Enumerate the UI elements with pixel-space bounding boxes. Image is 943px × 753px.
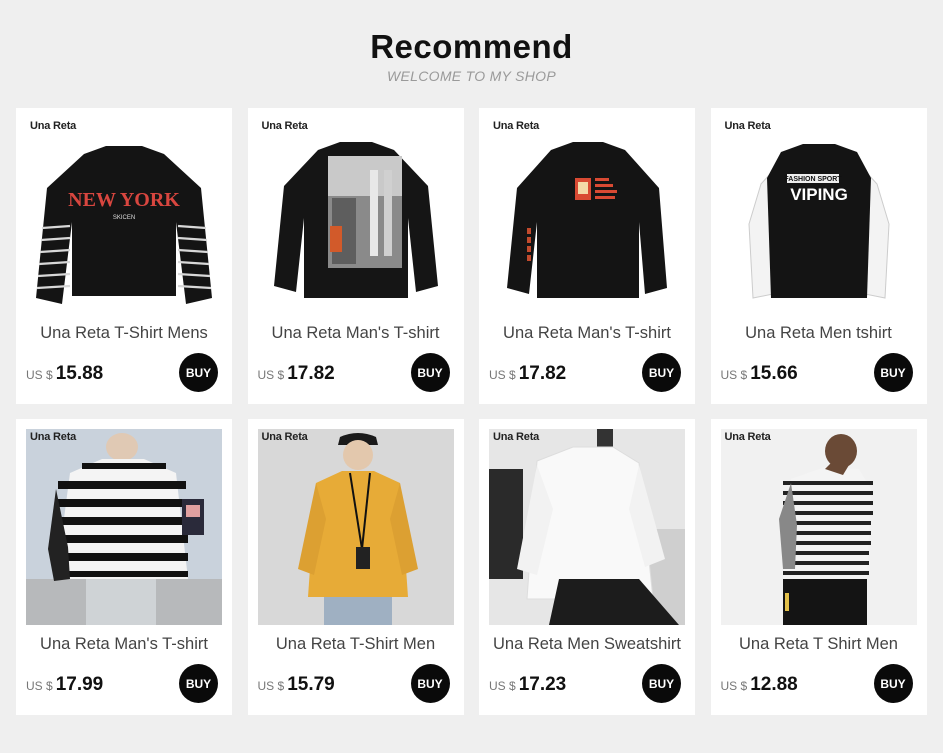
product-image[interactable]: Una Reta bbox=[489, 429, 685, 625]
buy-button[interactable]: BUY bbox=[410, 353, 450, 392]
price-row: US $ 17.99 bbox=[26, 674, 103, 696]
product-grid: NEW YORK SKICEN Una Reta Una Reta T-Shir… bbox=[16, 108, 927, 715]
svg-text:NEW YORK: NEW YORK bbox=[68, 189, 180, 211]
product-card[interactable]: NEW YORK SKICEN Una Reta Una Reta T-Shir… bbox=[16, 108, 232, 404]
model-white-sweatshirt-image bbox=[489, 429, 685, 625]
product-price: 17.99 bbox=[55, 674, 104, 695]
product-price: 15.79 bbox=[287, 674, 335, 695]
product-card[interactable]: Una Reta Una Reta T Shirt Men US $ 12.88… bbox=[710, 419, 927, 715]
product-image[interactable]: Una Reta bbox=[489, 118, 685, 314]
product-name[interactable]: Una Reta Men Sweatshirt bbox=[479, 635, 695, 654]
product-image[interactable]: Una Reta bbox=[257, 118, 454, 314]
currency-label: US $ bbox=[26, 679, 53, 693]
price-row: US $ 17.23 bbox=[489, 674, 566, 696]
buy-button[interactable]: BUY bbox=[873, 353, 913, 392]
black-tshirt-photo-print-image bbox=[257, 118, 454, 314]
product-card[interactable]: Una Reta Una Reta Man's T-shirt US $ 17.… bbox=[479, 108, 695, 404]
brand-logo: Una Reta bbox=[724, 120, 771, 132]
buy-button[interactable]: BUY bbox=[410, 664, 450, 703]
brand-logo: Una Reta bbox=[261, 431, 308, 443]
brand-logo: Una Reta bbox=[261, 120, 308, 132]
buy-button[interactable]: BUY bbox=[642, 664, 681, 703]
product-image[interactable]: Una Reta bbox=[720, 429, 917, 625]
model-yellow-tshirt-image bbox=[257, 429, 454, 625]
brand-logo: Una Reta bbox=[493, 120, 540, 132]
black-tshirt-striped-sleeves-image: NEW YORK SKICEN bbox=[26, 118, 222, 314]
brand-logo: Una Reta bbox=[493, 431, 540, 443]
page-header: Recommend WELCOME TO MY SHOP bbox=[0, 28, 943, 84]
price-row: US $ 15.66 bbox=[721, 363, 798, 385]
product-price: 15.88 bbox=[55, 363, 104, 384]
product-image[interactable]: NEW YORK SKICEN Una Reta bbox=[26, 118, 222, 314]
brand-logo: Una Reta bbox=[30, 120, 77, 132]
product-name[interactable]: Una Reta T-Shirt Men bbox=[248, 635, 464, 654]
currency-label: US $ bbox=[720, 368, 748, 382]
currency-label: US $ bbox=[489, 679, 516, 693]
price-row: US $ 12.88 bbox=[721, 674, 798, 696]
buy-button[interactable]: BUY bbox=[642, 353, 681, 392]
price-row: US $ 17.82 bbox=[258, 363, 335, 385]
product-price: 17.23 bbox=[518, 674, 567, 695]
product-card[interactable]: Una Reta Una Reta Man's T-shirt US $ 17.… bbox=[247, 108, 464, 404]
product-price: 15.66 bbox=[750, 363, 798, 384]
currency-label: US $ bbox=[257, 368, 285, 382]
svg-text:SKICEN: SKICEN bbox=[113, 215, 135, 221]
currency-label: US $ bbox=[720, 679, 748, 693]
product-image[interactable]: FASHION SPORT VIPING Una Reta bbox=[720, 118, 917, 314]
buy-button[interactable]: BUY bbox=[179, 353, 218, 392]
black-tshirt-red-patch-image bbox=[489, 118, 685, 314]
product-price: 17.82 bbox=[518, 363, 567, 384]
black-tshirt-white-sleeves-image: FASHION SPORT VIPING bbox=[720, 118, 917, 314]
buy-button[interactable]: BUY bbox=[179, 664, 218, 703]
svg-text:FASHION SPORT: FASHION SPORT bbox=[784, 176, 842, 183]
currency-label: US $ bbox=[257, 679, 285, 693]
page-subtitle: WELCOME TO MY SHOP bbox=[386, 68, 557, 84]
product-card[interactable]: Una Reta Una Reta Men Sweatshirt US $ 17… bbox=[479, 419, 695, 715]
product-image[interactable]: Una Reta bbox=[257, 429, 454, 625]
product-price: 17.82 bbox=[287, 363, 335, 384]
model-striped-longsleeve-image bbox=[720, 429, 917, 625]
currency-label: US $ bbox=[489, 368, 516, 382]
product-name[interactable]: Una Reta T-Shirt Mens bbox=[16, 324, 232, 343]
model-striped-tshirt-image bbox=[26, 429, 222, 625]
price-row: US $ 15.79 bbox=[258, 674, 335, 696]
currency-label: US $ bbox=[26, 368, 53, 382]
price-row: US $ 15.88 bbox=[26, 363, 103, 385]
product-price: 12.88 bbox=[750, 674, 798, 695]
product-name[interactable]: Una Reta Men tshirt bbox=[711, 324, 927, 343]
product-card[interactable]: Una Reta Una Reta Man's T-shirt US $ 17.… bbox=[16, 419, 232, 715]
product-name[interactable]: Una Reta Man's T-shirt bbox=[479, 324, 695, 343]
product-card[interactable]: FASHION SPORT VIPING Una Reta Una Reta M… bbox=[710, 108, 927, 404]
product-card[interactable]: Una Reta Una Reta T-Shirt Men US $ 15.79… bbox=[247, 419, 464, 715]
page-title: Recommend bbox=[370, 28, 573, 65]
brand-logo: Una Reta bbox=[30, 431, 77, 443]
buy-button[interactable]: BUY bbox=[873, 664, 913, 703]
product-name[interactable]: Una Reta T Shirt Men bbox=[711, 635, 927, 654]
svg-text:VIPING: VIPING bbox=[790, 185, 848, 204]
product-name[interactable]: Una Reta Man's T-shirt bbox=[248, 324, 464, 343]
product-image[interactable]: Una Reta bbox=[26, 429, 222, 625]
product-name[interactable]: Una Reta Man's T-shirt bbox=[16, 635, 232, 654]
brand-logo: Una Reta bbox=[724, 431, 771, 443]
price-row: US $ 17.82 bbox=[489, 363, 566, 385]
